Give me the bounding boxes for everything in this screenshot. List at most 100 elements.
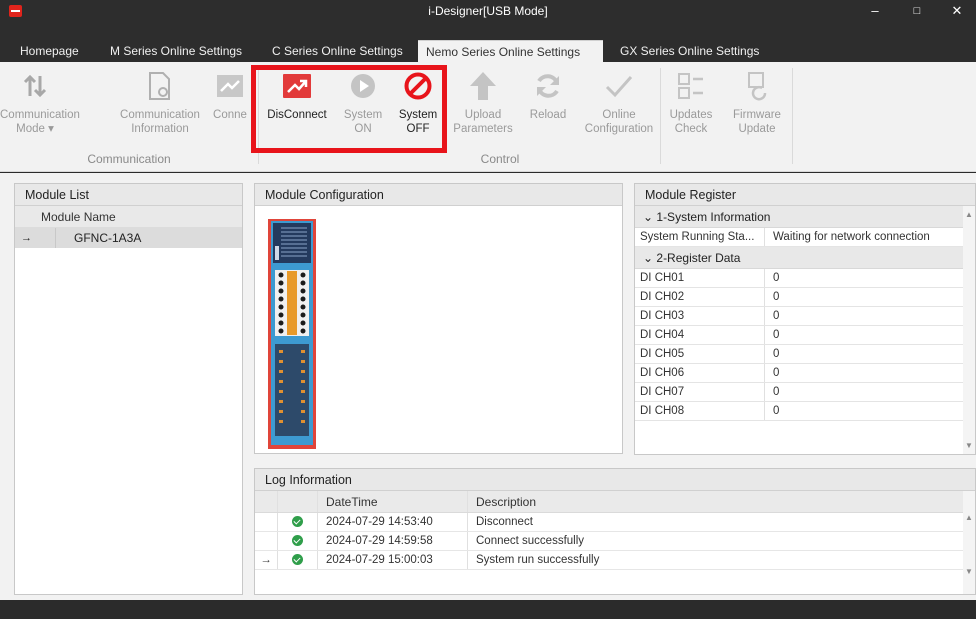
register-row: DI CH05 0 — [635, 345, 963, 364]
tab-nemo-series[interactable]: Nemo Series Online Settings — [418, 40, 603, 62]
group-label-communication: Communication — [87, 152, 171, 166]
log-scrollbar[interactable]: ▲ ▼ — [963, 491, 975, 594]
tab-gx-series[interactable]: GX Series Online Settings — [612, 40, 767, 62]
success-check-icon — [292, 516, 303, 528]
register-name-cell: System Running Sta... — [635, 228, 765, 246]
module-list-title: Module List — [15, 184, 242, 206]
register-section-data[interactable]: ⌄ 2-Register Data — [635, 247, 963, 269]
register-row: DI CH02 0 — [635, 288, 963, 307]
register-row: System Running Sta... Waiting for networ… — [635, 228, 963, 247]
communication-mode-button[interactable]: Communication Mode ▾ — [0, 68, 80, 136]
module-configuration-title: Module Configuration — [255, 184, 622, 206]
module-list-panel: Module List Module Name → GFNC-1A3A — [14, 183, 243, 595]
reload-icon — [524, 68, 572, 104]
comm-mode-label: Communication — [0, 109, 80, 121]
log-status-cell — [277, 532, 317, 550]
register-section-system[interactable]: ⌄ 1-System Information — [635, 206, 963, 228]
transfer-arrows-icon — [0, 68, 70, 104]
log-row[interactable]: 2024-07-29 14:59:58 Connect successfully — [255, 532, 963, 551]
updates-label-2: Check — [674, 123, 708, 135]
upload-label: Upload — [464, 109, 502, 121]
connect-label: Conne — [213, 109, 247, 121]
register-value-cell: Waiting for network connection — [773, 231, 930, 243]
register-name-cell: DI CH05 — [635, 345, 765, 363]
title-bar: i-Designer[USB Mode] – □ ✕ — [0, 0, 976, 22]
log-row[interactable]: → 2024-07-29 15:00:03 System run success… — [255, 551, 963, 570]
log-header-status — [277, 491, 317, 512]
reload-button[interactable]: Reload — [524, 68, 572, 122]
register-row: DI CH04 0 — [635, 326, 963, 345]
module-configuration-panel: Module Configuration — [254, 183, 623, 454]
module-device-image — [267, 218, 317, 453]
checklist-icon — [664, 68, 718, 104]
scroll-up-icon[interactable]: ▲ — [963, 210, 975, 219]
register-name-cell: DI CH08 — [635, 402, 765, 420]
log-description-cell: System run successfully — [467, 551, 963, 569]
register-row: DI CH06 0 — [635, 364, 963, 383]
register-value-cell: 0 — [773, 329, 780, 341]
register-name-cell: DI CH07 — [635, 383, 765, 401]
register-value-cell: 0 — [773, 272, 780, 284]
close-button[interactable]: ✕ — [938, 0, 976, 22]
register-row: DI CH08 0 — [635, 402, 963, 421]
log-column-description[interactable]: Description — [467, 491, 963, 512]
scroll-up-icon[interactable]: ▲ — [963, 513, 975, 522]
connect-button[interactable]: Conne — [212, 68, 248, 122]
log-description-cell: Disconnect — [467, 513, 963, 531]
minimize-button[interactable]: – — [856, 0, 894, 22]
log-column-datetime[interactable]: DateTime — [317, 491, 467, 512]
communication-information-button[interactable]: Communication Information — [110, 68, 210, 136]
register-name-cell: DI CH02 — [635, 288, 765, 306]
log-row-arrow — [255, 513, 277, 531]
log-information-title: Log Information — [255, 469, 975, 491]
reload-label: Reload — [529, 109, 567, 121]
log-information-panel: Log Information DateTime Description 202… — [254, 468, 976, 595]
module-register-panel: Module Register ⌄ 1-System Information S… — [634, 183, 976, 455]
register-name-cell: DI CH04 — [635, 326, 765, 344]
ribbon-separator — [660, 68, 661, 164]
online-configuration-button[interactable]: Online Configuration — [580, 68, 658, 136]
scroll-down-icon[interactable]: ▼ — [963, 441, 975, 450]
updates-check-button[interactable]: Updates Check — [664, 68, 718, 136]
tab-c-series[interactable]: C Series Online Settings — [264, 40, 411, 62]
tab-m-series[interactable]: M Series Online Settings — [102, 40, 250, 62]
log-status-cell — [277, 551, 317, 569]
module-name-column-header[interactable]: Module Name — [15, 206, 242, 228]
online-label: Online — [602, 109, 636, 121]
register-value-cell: 0 — [773, 386, 780, 398]
scroll-down-icon[interactable]: ▼ — [963, 567, 975, 576]
connect-chart-icon — [212, 68, 248, 104]
register-row: DI CH03 0 — [635, 307, 963, 326]
highlight-box — [251, 65, 447, 153]
online-label-2: Configuration — [584, 123, 654, 135]
log-row[interactable]: 2024-07-29 14:53:40 Disconnect — [255, 513, 963, 532]
comm-info-label-2: Information — [131, 123, 189, 135]
register-row: DI CH01 0 — [635, 269, 963, 288]
tab-homepage[interactable]: Homepage — [12, 40, 87, 62]
register-name-cell: DI CH01 — [635, 269, 765, 287]
log-description-cell: Connect successfully — [467, 532, 963, 550]
upload-parameters-button[interactable]: Upload Parameters — [452, 68, 514, 136]
ribbon-separator — [792, 68, 793, 164]
tab-strip-background — [0, 22, 976, 40]
window-title: i-Designer[USB Mode] — [428, 4, 548, 18]
upload-label-2: Parameters — [453, 123, 513, 135]
success-check-icon — [292, 554, 303, 566]
log-datetime-cell: 2024-07-29 15:00:03 — [317, 551, 467, 569]
comm-info-label: Communication — [120, 109, 200, 121]
log-header-row: DateTime Description — [255, 491, 963, 513]
firmware-label-2: Update — [738, 123, 776, 135]
comm-mode-label-2: Mode ▾ — [16, 123, 54, 135]
register-scrollbar[interactable]: ▲ ▼ — [963, 206, 975, 454]
chip-refresh-icon — [724, 68, 790, 104]
register-value-cell: 0 — [773, 348, 780, 360]
maximize-button[interactable]: □ — [898, 0, 936, 22]
log-header-blank — [255, 491, 277, 512]
firmware-update-button[interactable]: Firmware Update — [724, 68, 790, 136]
log-datetime-cell: 2024-07-29 14:59:58 — [317, 532, 467, 550]
log-datetime-cell: 2024-07-29 14:53:40 — [317, 513, 467, 531]
row-arrow-icon: → — [21, 232, 32, 244]
module-list-row[interactable]: → GFNC-1A3A — [15, 228, 242, 248]
register-value-cell: 0 — [773, 367, 780, 379]
module-register-title: Module Register — [635, 184, 975, 206]
